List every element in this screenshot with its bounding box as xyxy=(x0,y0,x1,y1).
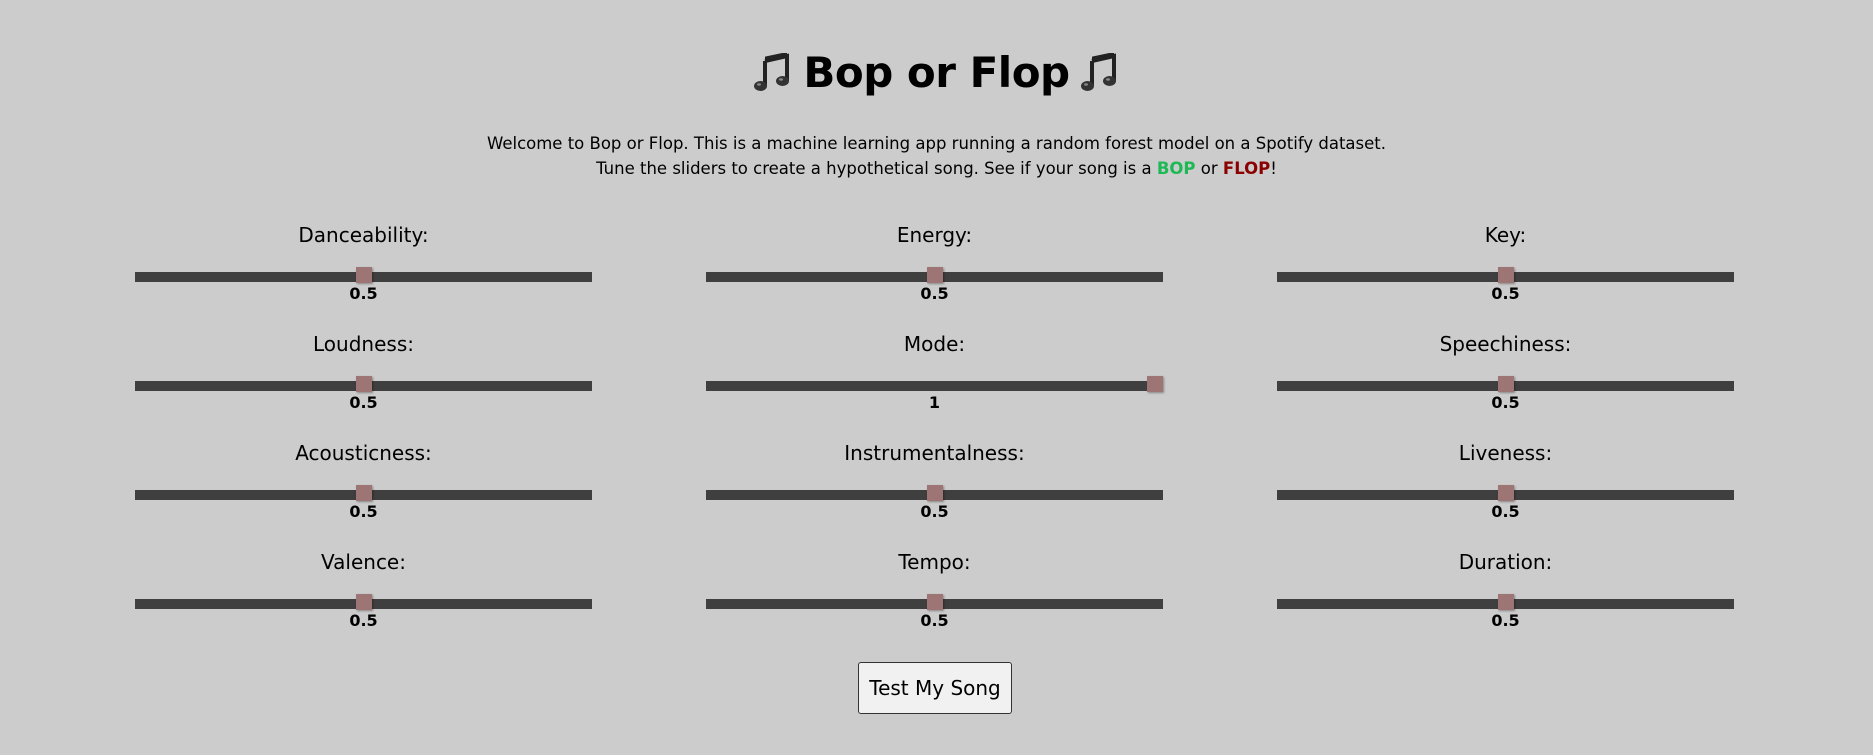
slider-label-energy: Energy: xyxy=(896,223,973,247)
test-my-song-button[interactable]: Test My Song xyxy=(858,662,1012,714)
music-note-icon xyxy=(753,53,793,93)
flop-label: FLOP xyxy=(1222,159,1271,178)
slider-label-danceability: Danceability: xyxy=(298,223,429,247)
slider-label-acousticness: Acousticness: xyxy=(295,441,432,465)
slider-control-key: Key: 0.5 xyxy=(1277,220,1734,303)
slider-label-duration: Duration: xyxy=(1458,550,1553,574)
slider-control-duration: Duration: 0.5 xyxy=(1277,547,1734,630)
slider-thumb-key[interactable] xyxy=(1497,267,1514,283)
slider-track-tempo[interactable] xyxy=(706,594,1163,610)
slider-label-valence: Valence: xyxy=(321,550,406,574)
slider-thumb-mode[interactable] xyxy=(1147,376,1163,392)
slider-track-loudness[interactable] xyxy=(135,376,592,392)
slider-value-key: 0.5 xyxy=(1491,284,1520,303)
intro-line-2-prefix: Tune the sliders to create a hypothetica… xyxy=(596,159,1152,178)
slider-value-speechiness: 0.5 xyxy=(1491,393,1520,412)
slider-label-speechiness: Speechiness: xyxy=(1439,332,1572,356)
slider-value-valence: 0.5 xyxy=(349,611,378,630)
slider-value-liveness: 0.5 xyxy=(1491,502,1520,521)
slider-thumb-duration[interactable] xyxy=(1497,594,1514,610)
slider-value-acousticness: 0.5 xyxy=(349,502,378,521)
slider-value-loudness: 0.5 xyxy=(349,393,378,412)
intro-text: Welcome to Bop or Flop. This is a machin… xyxy=(0,131,1873,181)
header: Bop or Flop xyxy=(0,44,1873,102)
exclamation: ! xyxy=(1270,159,1277,178)
slider-control-valence: Valence: 0.5 xyxy=(135,547,592,630)
slider-track-key[interactable] xyxy=(1277,267,1734,283)
slider-label-liveness: Liveness: xyxy=(1458,441,1553,465)
slider-thumb-instrumentalness[interactable] xyxy=(926,485,943,501)
slider-track-danceability[interactable] xyxy=(135,267,592,283)
slider-thumb-danceability[interactable] xyxy=(355,267,372,283)
slider-value-danceability: 0.5 xyxy=(349,284,378,303)
slider-control-mode: Mode: 1 xyxy=(706,329,1163,412)
slider-track-energy[interactable] xyxy=(706,267,1163,283)
bop-label: BOP xyxy=(1156,159,1196,178)
slider-label-loudness: Loudness: xyxy=(313,332,414,356)
slider-thumb-liveness[interactable] xyxy=(1497,485,1514,501)
slider-label-instrumentalness: Instrumentalness: xyxy=(844,441,1025,465)
slider-control-danceability: Danceability: 0.5 xyxy=(135,220,592,303)
slider-label-mode: Mode: xyxy=(903,332,966,356)
slider-thumb-acousticness[interactable] xyxy=(355,485,372,501)
music-note-icon xyxy=(1080,53,1120,93)
slider-control-energy: Energy: 0.5 xyxy=(706,220,1163,303)
slider-control-tempo: Tempo: 0.5 xyxy=(706,547,1163,630)
slider-grid: Danceability: 0.5 Energy: 0.5 Key: 0.5 Loudnes… xyxy=(135,220,1735,630)
slider-track-valence[interactable] xyxy=(135,594,592,610)
slider-track-acousticness[interactable] xyxy=(135,485,592,501)
or-text: or xyxy=(1200,159,1218,178)
intro-line-2: Tune the sliders to create a hypothetica… xyxy=(0,156,1873,181)
slider-control-acousticness: Acousticness: 0.5 xyxy=(135,438,592,521)
intro-line-1: Welcome to Bop or Flop. This is a machin… xyxy=(486,134,1386,153)
slider-thumb-valence[interactable] xyxy=(355,594,372,610)
app-title: Bop or Flop xyxy=(803,48,1070,97)
slider-track-instrumentalness[interactable] xyxy=(706,485,1163,501)
slider-value-duration: 0.5 xyxy=(1491,611,1520,630)
slider-thumb-tempo[interactable] xyxy=(926,594,943,610)
slider-thumb-loudness[interactable] xyxy=(355,376,372,392)
slider-track-duration[interactable] xyxy=(1277,594,1734,610)
slider-control-speechiness: Speechiness: 0.5 xyxy=(1277,329,1734,412)
slider-thumb-energy[interactable] xyxy=(926,267,943,283)
slider-track-speechiness[interactable] xyxy=(1277,376,1734,392)
slider-track-liveness[interactable] xyxy=(1277,485,1734,501)
slider-track-mode[interactable] xyxy=(706,376,1163,392)
slider-value-mode: 1 xyxy=(928,393,941,412)
slider-thumb-speechiness[interactable] xyxy=(1497,376,1514,392)
slider-value-instrumentalness: 0.5 xyxy=(920,502,949,521)
slider-value-energy: 0.5 xyxy=(920,284,949,303)
slider-label-key: Key: xyxy=(1484,223,1527,247)
slider-label-tempo: Tempo: xyxy=(898,550,971,574)
page-title: Bop or Flop xyxy=(753,44,1119,102)
slider-control-instrumentalness: Instrumentalness: 0.5 xyxy=(706,438,1163,521)
slider-value-tempo: 0.5 xyxy=(920,611,949,630)
slider-control-liveness: Liveness: 0.5 xyxy=(1277,438,1734,521)
slider-control-loudness: Loudness: 0.5 xyxy=(135,329,592,412)
